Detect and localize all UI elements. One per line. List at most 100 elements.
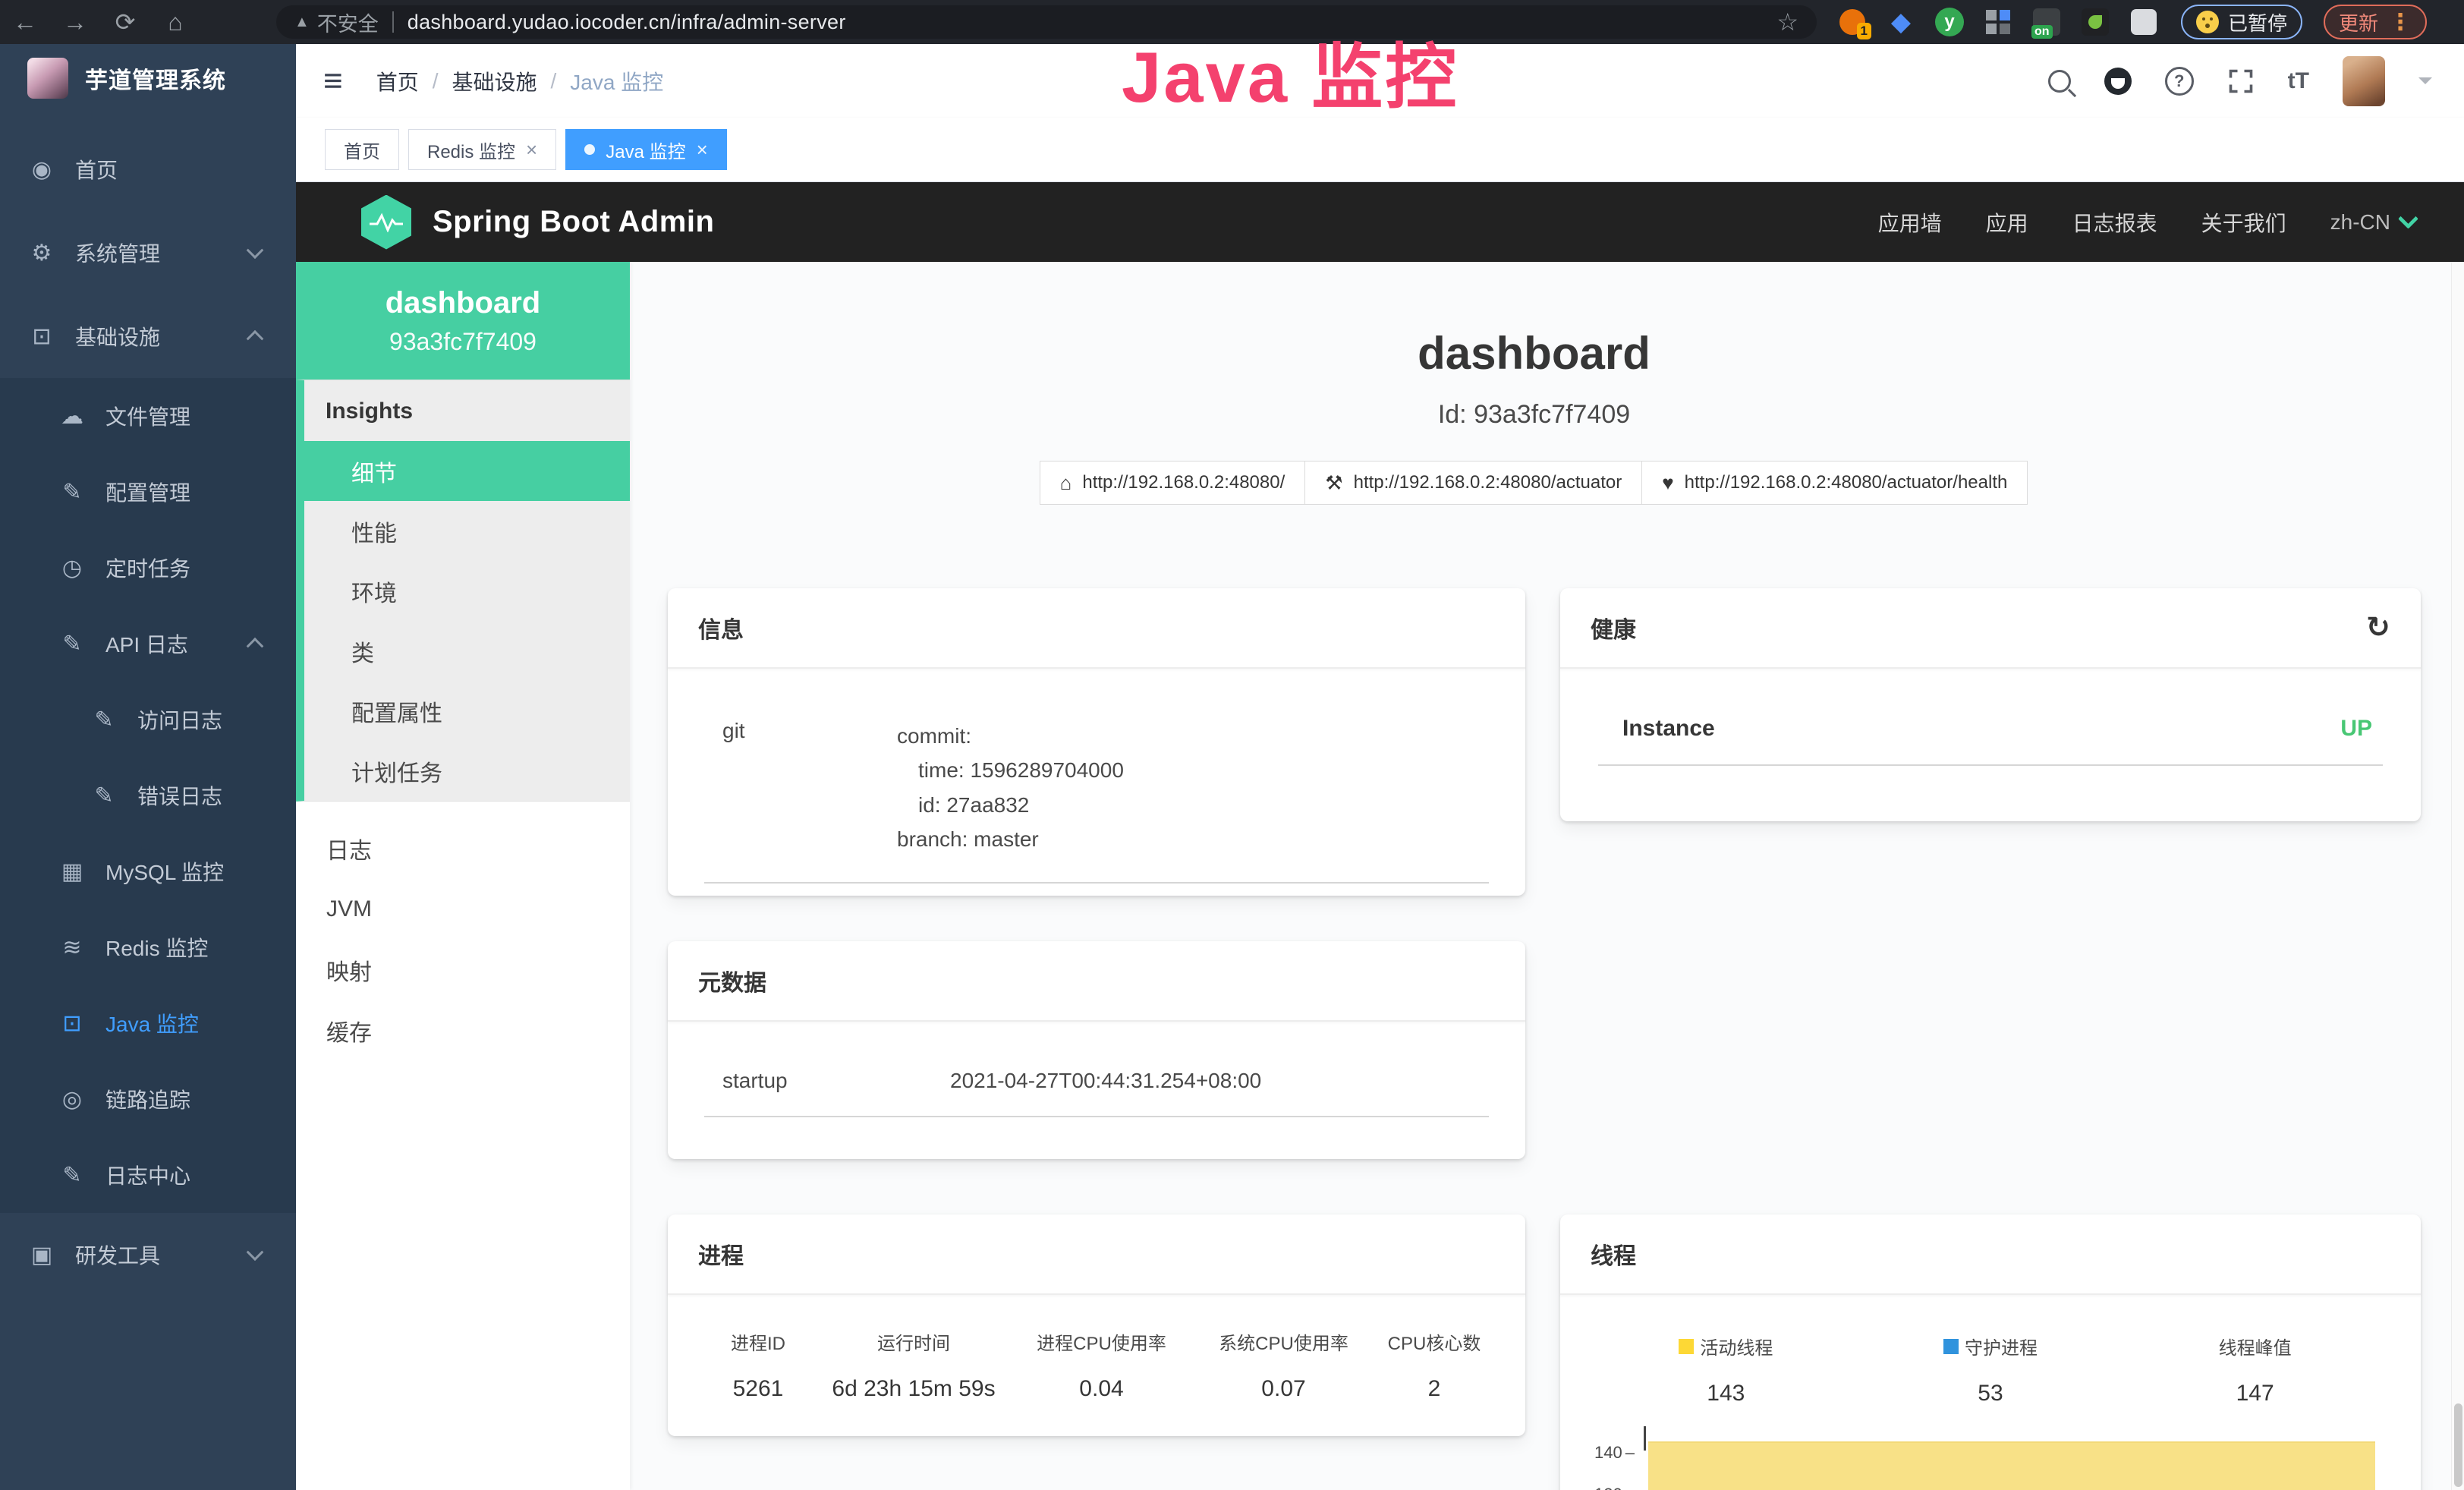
- wrench-icon: ⚒: [1325, 471, 1342, 495]
- help-icon[interactable]: ?: [2165, 67, 2194, 96]
- sba-brand-title[interactable]: Spring Boot Admin: [433, 205, 714, 239]
- security-label[interactable]: 不安全: [317, 8, 379, 37]
- sba-nav-journal[interactable]: 日志报表: [2072, 207, 2157, 238]
- cell-uptime: 6d 23h 15m 59s: [815, 1376, 1012, 1402]
- avatar-caret-icon[interactable]: [2418, 77, 2432, 91]
- scrollbar[interactable]: [2451, 262, 2464, 1490]
- sba-logo-icon[interactable]: [361, 195, 411, 250]
- sidebar-item-api-log[interactable]: ✎ API 日志: [0, 606, 296, 682]
- sidebar-item-label: 首页: [75, 154, 118, 184]
- tab-home[interactable]: 首页: [325, 129, 399, 170]
- locale-selector[interactable]: zh-CN: [2330, 210, 2415, 235]
- sba-nav-wallboard[interactable]: 应用墙: [1878, 207, 1942, 238]
- sba-root-items: 日志 JVM 映射 缓存: [296, 818, 630, 1061]
- extension-icon-orange[interactable]: 1: [1836, 6, 1868, 38]
- sidebar-item-label: 配置管理: [105, 477, 190, 507]
- sba-item-caches[interactable]: 缓存: [296, 1000, 630, 1061]
- card-body: git commit: time: 1596289704000 id: 27aa…: [668, 669, 1525, 911]
- forward-icon[interactable]: →: [50, 0, 100, 44]
- sba-nav-about[interactable]: 关于我们: [2201, 207, 2286, 238]
- app-logo[interactable]: 芋道管理系统: [0, 44, 296, 108]
- sidebar-item-access-log[interactable]: ✎ 访问日志: [0, 682, 296, 758]
- history-icon[interactable]: ↺: [2366, 613, 2390, 642]
- sba-item-logging[interactable]: 日志: [296, 818, 630, 879]
- extensions-puzzle-icon[interactable]: [2128, 6, 2160, 38]
- close-icon[interactable]: ×: [526, 140, 537, 159]
- scrollbar-thumb[interactable]: [2454, 1403, 2462, 1487]
- sba-item-jvm[interactable]: JVM: [296, 879, 630, 940]
- legend-value: 143: [1594, 1381, 1858, 1407]
- back-icon[interactable]: ←: [0, 0, 50, 44]
- url-text[interactable]: dashboard.yudao.iocoder.cn/infra/admin-s…: [408, 11, 846, 34]
- sidebar-item-label: 定时任务: [105, 553, 190, 583]
- sba-item-details[interactable]: 细节: [296, 441, 630, 501]
- tab-java[interactable]: Java 监控 ×: [565, 129, 727, 170]
- extension-glyph: y: [1935, 8, 1964, 36]
- collapse-sidebar-icon[interactable]: ≡: [323, 65, 343, 98]
- instance-subtitle: Id: 93a3fc7f7409: [630, 400, 2438, 430]
- home-icon[interactable]: ⌂: [150, 0, 200, 44]
- sidebar-item-label: 错误日志: [137, 780, 222, 811]
- sidebar-item-error-log[interactable]: ✎ 错误日志: [0, 758, 296, 833]
- chrome-update-button[interactable]: 更新 ⋮: [2324, 5, 2427, 39]
- sidebar-item-mysql[interactable]: ▦ MySQL 监控: [0, 833, 296, 909]
- profile-paused-chip[interactable]: 已暂停: [2181, 5, 2302, 39]
- sba-item-classes[interactable]: 类: [304, 621, 630, 681]
- sidebar-item-jobs[interactable]: ◷ 定时任务: [0, 530, 296, 606]
- sba-item-scheduled[interactable]: 计划任务: [304, 741, 630, 801]
- bookmark-star-icon[interactable]: ☆: [1776, 8, 1798, 36]
- sidebar-item-devtools[interactable]: ▣ 研发工具: [0, 1213, 296, 1296]
- sidebar-item-redis[interactable]: ≋ Redis 监控: [0, 909, 296, 985]
- metadata-row: startup 2021-04-27T00:44:31.254+08:00: [704, 1049, 1489, 1117]
- sba-item-environment[interactable]: 环境: [304, 561, 630, 621]
- extension-icon-on[interactable]: on: [2031, 6, 2063, 38]
- edit-icon: ✎: [55, 1162, 89, 1189]
- extension-icon-leaf[interactable]: [2079, 6, 2111, 38]
- breadcrumb-separator: /: [551, 69, 557, 93]
- actuator-url-button[interactable]: ⚒ http://192.168.0.2:48080/actuator: [1304, 461, 1642, 505]
- page-annotation: Java 监控: [1122, 20, 1459, 123]
- sidebar-item-system[interactable]: ⚙ 系统管理: [0, 211, 296, 295]
- user-avatar[interactable]: [2343, 56, 2385, 106]
- sba-item-metrics[interactable]: 性能: [304, 501, 630, 561]
- address-bar[interactable]: ▲ 不安全 dashboard.yudao.iocoder.cn/infra/a…: [276, 5, 1817, 39]
- column-header: 进程ID: [701, 1328, 815, 1355]
- close-icon[interactable]: ×: [697, 140, 708, 159]
- sidebar-item-java[interactable]: ⊡ Java 监控: [0, 985, 296, 1061]
- github-icon[interactable]: [2104, 68, 2132, 95]
- sba-navbar: Spring Boot Admin 应用墙 应用 日志报表 关于我们 zh-CN: [296, 182, 2464, 262]
- card-title: 进程: [698, 1237, 744, 1271]
- service-url-button[interactable]: ⌂ http://192.168.0.2:48080/: [1040, 461, 1306, 505]
- sidebar-item-home[interactable]: ◉ 首页: [0, 128, 296, 211]
- sidebar-item-trace[interactable]: ◎ 链路追踪: [0, 1061, 296, 1137]
- legend-label: 活动线程: [1700, 1333, 1773, 1359]
- log-icon: ✎: [55, 631, 89, 657]
- extension-icon-green[interactable]: y: [1934, 6, 1965, 38]
- metadata-value: 2021-04-27T00:44:31.254+08:00: [950, 1069, 1261, 1093]
- breadcrumb: 首页 / 基础设施 / Java 监控: [376, 66, 664, 96]
- health-url-button[interactable]: ♥ http://192.168.0.2:48080/actuator/heal…: [1641, 461, 2028, 505]
- sba-nav-applications[interactable]: 应用: [1986, 207, 2028, 238]
- search-icon[interactable]: [2048, 70, 2071, 93]
- extension-icon-pin[interactable]: ◆: [1885, 6, 1917, 38]
- column-header: 进程CPU使用率: [1012, 1328, 1191, 1355]
- browser-menu-icon[interactable]: ⋮: [2389, 9, 2412, 36]
- info-row: git commit: time: 1596289704000 id: 27aa…: [704, 696, 1489, 884]
- chevron-down-icon: [2398, 209, 2418, 229]
- extension-icon-grid[interactable]: [1982, 6, 2014, 38]
- health-row[interactable]: Instance UP: [1598, 696, 2383, 766]
- tab-redis[interactable]: Redis 监控 ×: [408, 129, 556, 170]
- sidebar-item-infra[interactable]: ⊡ 基础设施: [0, 295, 296, 378]
- briefcase-icon: ▣: [25, 1242, 58, 1268]
- reload-icon[interactable]: ⟳: [100, 0, 150, 44]
- fullscreen-icon[interactable]: [2227, 68, 2255, 95]
- sidebar-item-files[interactable]: ☁ 文件管理: [0, 378, 296, 454]
- warning-icon: ▲: [294, 14, 310, 31]
- sba-item-configprops[interactable]: 配置属性: [304, 681, 630, 741]
- breadcrumb-infra[interactable]: 基础设施: [452, 66, 537, 96]
- sidebar-item-log-center[interactable]: ✎ 日志中心: [0, 1137, 296, 1213]
- sba-item-mappings[interactable]: 映射: [296, 940, 630, 1000]
- breadcrumb-home[interactable]: 首页: [376, 66, 419, 96]
- sidebar-item-config[interactable]: ✎ 配置管理: [0, 454, 296, 530]
- text-size-icon[interactable]: tT: [2288, 68, 2309, 94]
